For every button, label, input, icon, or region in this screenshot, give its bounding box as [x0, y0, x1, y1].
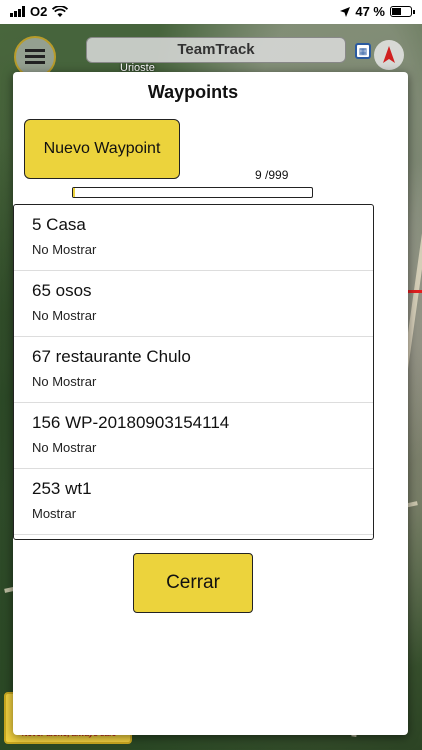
dialog-title: Waypoints — [147, 82, 239, 102]
list-item[interactable]: 65 osos No Mostrar — [14, 271, 373, 337]
waypoint-count: 9 /999 — [255, 168, 289, 182]
waypoint-name: 65 osos — [32, 281, 92, 300]
app-title: TeamTrack — [86, 37, 346, 63]
list-item[interactable]: 156 WP-20180903154114 No Mostrar — [14, 403, 373, 469]
waypoint-name: 67 restaurante Chulo — [32, 347, 191, 366]
waypoint-visibility: No Mostrar — [32, 242, 97, 257]
waypoint-list[interactable]: 5 Casa No Mostrar 65 osos No Mostrar 67 … — [13, 204, 374, 540]
waypoints-dialog: Waypoints Nuevo Waypoint 9 /999 5 Casa N… — [13, 72, 408, 735]
location-arrow-icon — [340, 6, 351, 17]
wifi-icon — [52, 5, 69, 17]
waypoint-visibility: No Mostrar — [32, 374, 97, 389]
waypoint-visibility: No Mostrar — [32, 440, 97, 455]
list-item[interactable]: 253 wt1 Mostrar — [14, 469, 373, 535]
status-bar: O2 47 % — [0, 0, 422, 24]
close-button[interactable]: Cerrar — [133, 553, 253, 613]
waypoint-visibility: No Mostrar — [32, 308, 97, 323]
list-item[interactable]: 5 Casa No Mostrar — [14, 205, 373, 271]
waypoint-visibility: Mostrar — [32, 506, 77, 521]
waypoint-usage-bar — [72, 187, 313, 198]
map-layers-icon[interactable]: ▦ — [355, 43, 371, 59]
list-item[interactable]: 67 restaurante Chulo No Mostrar — [14, 337, 373, 403]
waypoint-name: 253 wt1 — [32, 479, 92, 498]
signal-icon — [10, 6, 25, 17]
waypoint-name: 156 WP-20180903154114 — [32, 413, 230, 432]
new-waypoint-button[interactable]: Nuevo Waypoint — [24, 119, 180, 179]
compass-icon[interactable] — [374, 40, 404, 70]
battery-percent: 47 % — [355, 4, 385, 19]
carrier-label: O2 — [30, 4, 48, 19]
battery-icon — [390, 6, 415, 17]
waypoint-name: 5 Casa — [32, 215, 86, 234]
